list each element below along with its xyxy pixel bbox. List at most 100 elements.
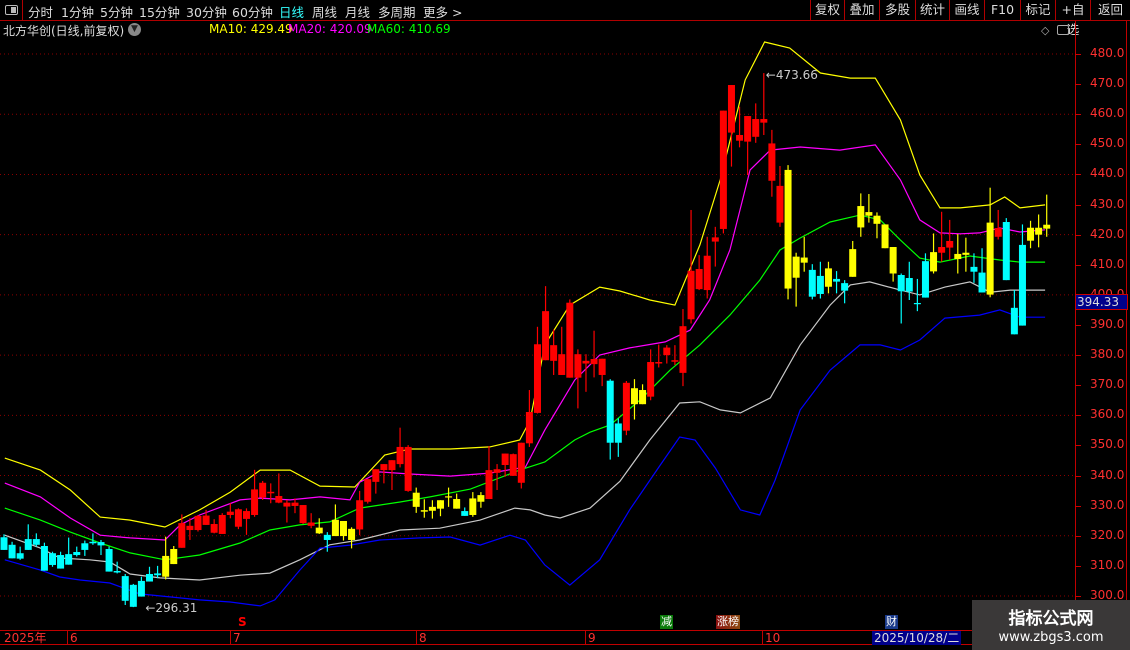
candle	[16, 546, 24, 560]
price-tick-mark	[1075, 505, 1081, 507]
candle-body	[420, 510, 428, 512]
candle	[24, 524, 32, 550]
month-label: 9	[585, 631, 596, 645]
candle	[461, 507, 469, 516]
candle-body	[687, 270, 695, 320]
candle	[259, 480, 267, 500]
candle-body	[954, 253, 962, 260]
cursor-date: 2025/10/28/二	[872, 631, 962, 645]
month-label: 8	[416, 631, 427, 645]
candle-body	[525, 412, 533, 444]
candle-body	[857, 206, 865, 228]
candle	[719, 110, 727, 234]
candle-body	[372, 469, 380, 482]
candle-body	[598, 358, 606, 375]
candle-body	[113, 570, 121, 573]
candle-body	[622, 382, 630, 431]
candle	[760, 73, 768, 135]
candle-body	[566, 302, 574, 378]
candle-body	[323, 534, 331, 540]
candle	[930, 233, 938, 274]
band-line-mid2	[4, 214, 1046, 561]
candle-body	[970, 266, 978, 272]
candle	[129, 583, 137, 608]
price-tick-label: 440.0	[1090, 166, 1125, 181]
candle-body	[865, 212, 873, 216]
candle-body	[841, 283, 849, 291]
candle	[849, 240, 857, 277]
candle-body	[436, 500, 444, 509]
candle	[137, 576, 145, 597]
candle-body	[461, 511, 469, 516]
candle-body	[428, 506, 436, 511]
candle	[655, 344, 663, 368]
candle	[380, 464, 388, 484]
candle-body	[590, 359, 598, 365]
candle-body	[921, 261, 929, 298]
candle-body	[356, 500, 364, 530]
candle-body	[251, 489, 259, 515]
candle-body	[396, 446, 404, 465]
price-tick-label: 450.0	[1090, 136, 1125, 151]
candle	[590, 330, 598, 378]
candle	[566, 299, 574, 378]
candle-body	[736, 134, 744, 141]
candle-body	[784, 169, 792, 289]
candle-body	[202, 515, 210, 525]
price-tick-mark	[1075, 264, 1081, 266]
candle-body	[275, 496, 283, 503]
candle-body	[1027, 227, 1035, 241]
price-tick-mark	[1075, 144, 1081, 146]
price-tick-mark	[1075, 475, 1081, 477]
candle-body	[808, 269, 816, 297]
candle-body	[0, 537, 8, 550]
candle-body	[582, 360, 590, 364]
candle	[170, 545, 178, 565]
candle-body	[129, 584, 137, 607]
candle-body	[744, 116, 752, 142]
candle-body	[97, 542, 105, 546]
candle-body	[509, 454, 517, 476]
candle-body	[760, 119, 768, 123]
price-tick-mark	[1075, 114, 1081, 116]
price-tick-mark	[1075, 385, 1081, 387]
event-limit-list-marker[interactable]: 涨榜	[716, 615, 740, 629]
price-tick-label: 460.0	[1090, 106, 1125, 121]
event-reduce-marker[interactable]: 减	[660, 615, 673, 629]
candle-body	[881, 224, 889, 249]
candle-body	[267, 491, 275, 494]
candle-body	[695, 268, 703, 290]
event-finance-marker[interactable]: 财	[885, 615, 898, 629]
candle-body	[388, 460, 396, 471]
price-tick-label: 360.0	[1090, 407, 1125, 422]
back-button[interactable]: 返回	[1090, 0, 1130, 20]
date-axis: 2025年 6 7 8 9 10 2025/10/28/二	[0, 630, 1130, 645]
candle	[800, 236, 808, 272]
candle-body	[986, 222, 994, 295]
candle-body	[1018, 244, 1026, 326]
candlestick-chart[interactable]: ←296.31 ←473.66	[0, 0, 1075, 630]
event-s-marker[interactable]: S	[237, 615, 248, 629]
candle-body	[501, 453, 509, 466]
low-price-label: ←296.31	[145, 601, 197, 615]
candle	[679, 309, 687, 387]
candle-body	[542, 311, 550, 361]
high-price-label: ←473.66	[766, 68, 818, 82]
year-label: 2025年	[4, 631, 47, 645]
candle	[824, 261, 832, 294]
candle	[105, 546, 113, 572]
candle-body	[291, 502, 299, 506]
candle	[57, 551, 65, 569]
candle-body	[65, 554, 73, 565]
candle	[154, 565, 162, 579]
price-axis-line	[1075, 21, 1076, 631]
candle-body	[614, 423, 622, 443]
price-tick-label: 320.0	[1090, 527, 1125, 542]
candle-body	[517, 442, 525, 483]
price-tick-label: 390.0	[1090, 316, 1125, 331]
candle-body	[913, 303, 921, 305]
candle-body	[994, 228, 1002, 237]
candle-body	[1035, 227, 1043, 235]
candle	[412, 487, 420, 513]
band-line-lower	[4, 309, 1046, 607]
